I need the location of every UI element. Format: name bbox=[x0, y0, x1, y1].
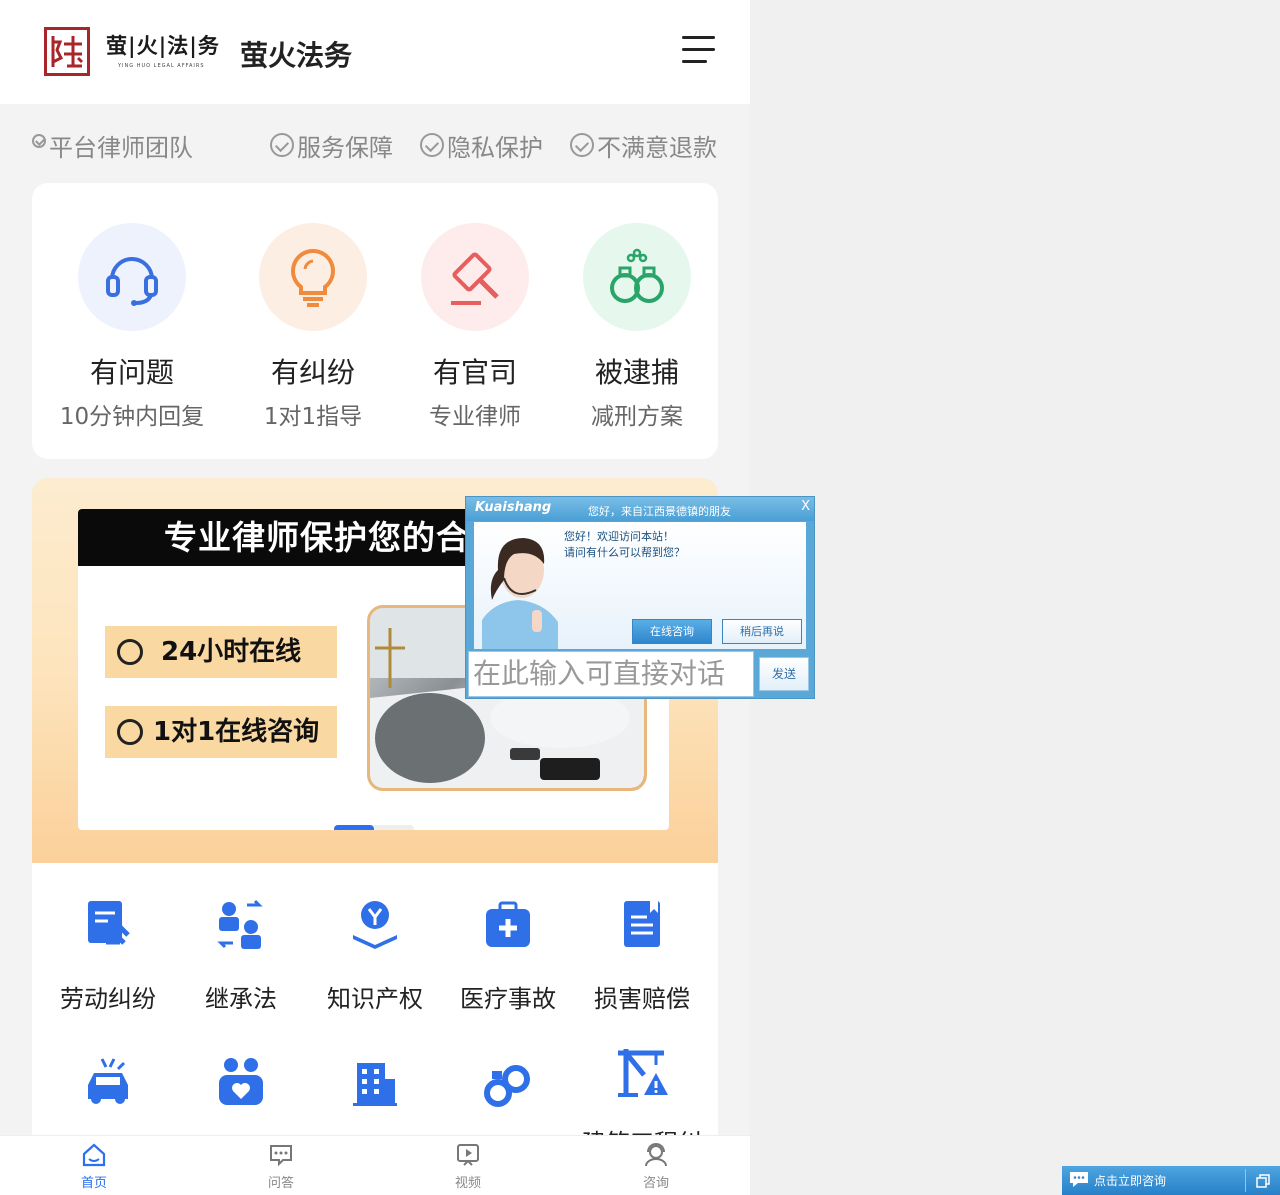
category-realestate[interactable] bbox=[308, 1055, 442, 1111]
carousel-dot-active bbox=[334, 825, 374, 830]
service-lawsuit[interactable]: 有官司 专业律师 bbox=[395, 223, 555, 431]
tab-video[interactable]: 视频 bbox=[428, 1142, 508, 1191]
category-family[interactable] bbox=[174, 1055, 308, 1111]
close-icon[interactable]: X bbox=[801, 499, 810, 514]
chat-bubble-icon bbox=[1069, 1171, 1089, 1188]
chat-header: Kuaishang 您好，来自江西景德镇的朋友 X bbox=[466, 497, 814, 521]
service-arrest[interactable]: 被逮捕 减刑方案 bbox=[557, 223, 717, 431]
category-medical[interactable]: 医疗事故 bbox=[441, 897, 575, 1014]
later-button[interactable]: 稍后再说 bbox=[722, 619, 802, 644]
category-traffic[interactable] bbox=[41, 1055, 175, 1111]
banner-pill-consult: 1对1在线咨询 bbox=[105, 706, 337, 758]
video-icon bbox=[455, 1142, 481, 1168]
category-labor[interactable]: 劳动纠纷 bbox=[41, 897, 175, 1014]
page: 萤|火|法|务 YING HUO LEGAL AFFAIRS 萤火法务 平台律师… bbox=[0, 0, 1280, 1195]
guarantee-privacy: 隐私保护 bbox=[420, 128, 543, 163]
chat-popup: Kuaishang 您好，来自江西景德镇的朋友 X 您好！欢迎访问本站！ 请问有… bbox=[465, 496, 815, 699]
service-dispute[interactable]: 有纠纷 1对1指导 bbox=[233, 223, 393, 431]
service-title: 有官司 bbox=[432, 356, 517, 389]
building-icon bbox=[347, 1055, 403, 1111]
divider bbox=[1245, 1169, 1246, 1192]
home-icon bbox=[81, 1142, 107, 1168]
chat-input[interactable]: 在此输入可直接对话 bbox=[468, 651, 754, 697]
consultant-icon bbox=[643, 1142, 669, 1168]
maximize-icon[interactable] bbox=[1256, 1173, 1270, 1188]
category-ip[interactable]: 知识产权 bbox=[308, 897, 442, 1014]
chat-greeting: 您好，来自江西景德镇的朋友 bbox=[588, 505, 731, 518]
service-title: 有问题 bbox=[89, 356, 174, 389]
consult-bar[interactable]: 点击立即咨询 bbox=[1062, 1166, 1280, 1195]
lightbulb-icon bbox=[259, 223, 367, 331]
chat-bubble-icon bbox=[117, 719, 143, 745]
bottom-tab-bar: 首页 问答 视频 咨询 bbox=[0, 1135, 750, 1195]
service-subtitle: 1对1指导 bbox=[263, 404, 363, 430]
hamburger-menu-icon[interactable] bbox=[682, 36, 715, 64]
construction-crane-icon bbox=[614, 1043, 670, 1099]
guarantee-service: 服务保障 bbox=[270, 128, 393, 163]
banner-pill-24h: 24小时在线 bbox=[105, 626, 337, 678]
labor-document-icon bbox=[80, 897, 136, 953]
service-title: 被逮捕 bbox=[594, 356, 679, 389]
service-card: 有问题 10分钟内回复 有纠纷 1对1指导 有官司 专业律师 被逮捕 减刑方案 bbox=[32, 183, 718, 459]
check-circle-icon bbox=[420, 133, 444, 157]
service-subtitle: 10分钟内回复 bbox=[59, 404, 205, 430]
logo-text: 萤|火|法|务 bbox=[106, 33, 220, 58]
chat-icon bbox=[268, 1142, 294, 1168]
tab-home[interactable]: 首页 bbox=[54, 1142, 134, 1191]
headset-icon bbox=[78, 223, 186, 331]
guarantee-lawyer-team: 平台律师团队 bbox=[32, 128, 193, 163]
check-circle-icon bbox=[270, 133, 294, 157]
gavel-icon bbox=[421, 223, 529, 331]
service-question[interactable]: 有问题 10分钟内回复 bbox=[52, 223, 212, 431]
logo-seal[interactable] bbox=[44, 27, 90, 76]
intellectual-property-icon bbox=[347, 897, 403, 953]
logo-subtext: YING HUO LEGAL AFFAIRS bbox=[118, 63, 205, 69]
chat-message: 您好！欢迎访问本站！ bbox=[564, 530, 674, 543]
car-accident-icon bbox=[80, 1055, 136, 1111]
check-circle-icon bbox=[32, 134, 46, 148]
category-compensation[interactable]: 损害赔偿 bbox=[575, 897, 709, 1014]
clock-icon bbox=[117, 639, 143, 665]
send-button[interactable]: 发送 bbox=[759, 657, 809, 691]
online-consult-button[interactable]: 在线咨询 bbox=[632, 619, 712, 644]
service-title: 有纠纷 bbox=[270, 356, 355, 389]
chat-brand: Kuaishang bbox=[475, 500, 552, 515]
chat-message: 请问有什么可以帮到您？ bbox=[564, 546, 685, 559]
agent-avatar bbox=[474, 530, 562, 649]
site-title: 萤火法务 bbox=[240, 39, 353, 72]
category-grid: 劳动纠纷 继承法 知识产权 医疗事故 损害赔偿 bbox=[32, 863, 718, 1157]
tab-qa[interactable]: 问答 bbox=[241, 1142, 321, 1191]
consult-bar-label: 点击立即咨询 bbox=[1094, 1174, 1167, 1188]
family-icon bbox=[213, 1055, 269, 1111]
handcuffs-icon bbox=[480, 1055, 536, 1111]
service-subtitle: 减刑方案 bbox=[591, 404, 683, 430]
category-inheritance[interactable]: 继承法 bbox=[174, 897, 308, 1014]
site-header: 萤|火|法|务 YING HUO LEGAL AFFAIRS 萤火法务 bbox=[0, 0, 750, 104]
category-criminal[interactable] bbox=[441, 1055, 575, 1111]
check-circle-icon bbox=[570, 133, 594, 157]
inheritance-icon bbox=[213, 897, 269, 953]
service-subtitle: 专业律师 bbox=[429, 404, 521, 430]
medical-kit-icon bbox=[480, 897, 536, 953]
compensation-document-icon bbox=[614, 897, 670, 953]
guarantee-refund: 不满意退款 bbox=[570, 128, 717, 163]
chat-body: 您好！欢迎访问本站！ 请问有什么可以帮到您？ 在线咨询 稍后再说 bbox=[474, 522, 806, 649]
handcuffs-icon bbox=[583, 223, 691, 331]
carousel-indicator[interactable] bbox=[334, 825, 414, 830]
tab-consult[interactable]: 咨询 bbox=[616, 1142, 696, 1191]
